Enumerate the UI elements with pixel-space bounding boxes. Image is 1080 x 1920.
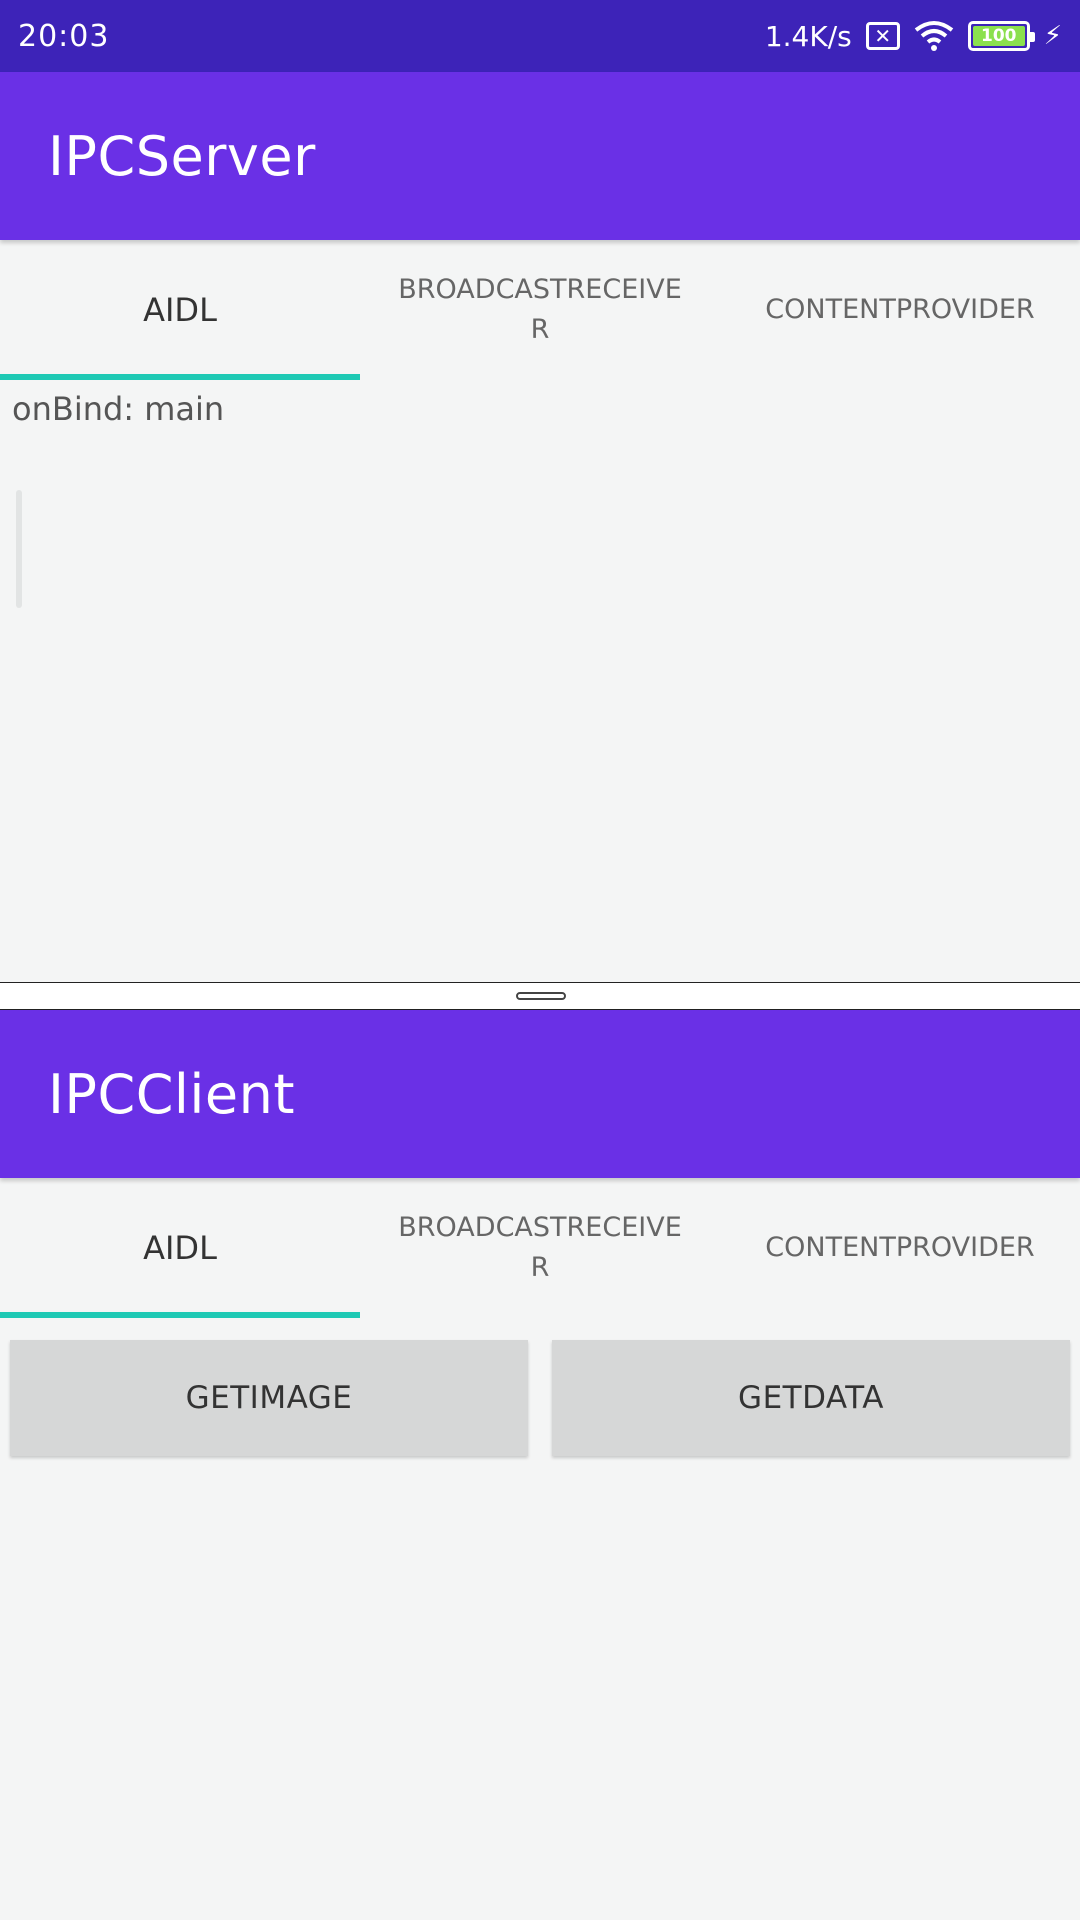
tab-label: BROADCASTRECEIVER	[398, 274, 682, 345]
server-log-text: onBind: main	[12, 390, 225, 428]
scrollbar[interactable]	[16, 490, 22, 608]
battery-icon: 100	[967, 21, 1035, 51]
tab-label: AIDL	[143, 1229, 217, 1267]
client-tab-aidl[interactable]: AIDL	[0, 1178, 360, 1318]
battery-level: 100	[980, 26, 1017, 46]
server-app-bar: IPCServer	[0, 72, 1080, 240]
tab-label: AIDL	[143, 291, 217, 329]
get-data-button[interactable]: GETDATA	[552, 1340, 1070, 1456]
client-title: IPCClient	[48, 1062, 296, 1126]
client-tab-bar: AIDL BROADCASTRECEIVER CONTENTPROVIDER	[0, 1178, 1080, 1318]
tab-indicator	[0, 1312, 360, 1318]
server-tab-bar: AIDL BROADCASTRECEIVER CONTENTPROVIDER	[0, 240, 1080, 380]
client-button-row: GETIMAGE GETDATA	[0, 1340, 1080, 1456]
server-tab-aidl[interactable]: AIDL	[0, 240, 360, 380]
client-tab-contentprovider[interactable]: CONTENTPROVIDER	[720, 1178, 1080, 1318]
bolt-icon: ⚡	[1043, 21, 1062, 51]
server-tab-broadcastreceiver[interactable]: BROADCASTRECEIVER	[360, 240, 720, 380]
status-time: 20:03	[18, 18, 110, 54]
get-image-button[interactable]: GETIMAGE	[10, 1340, 528, 1456]
tab-indicator	[0, 374, 360, 380]
server-title: IPCServer	[48, 124, 316, 188]
sim-no-service-icon: ✕	[865, 22, 900, 50]
status-icons: 1.4K/s ✕ 100 ⚡	[765, 20, 1062, 53]
wifi-icon	[914, 21, 953, 51]
status-bar: 20:03 1.4K/s ✕ 100 ⚡	[0, 0, 1080, 72]
network-speed: 1.4K/s	[764, 19, 852, 53]
tab-label: BROADCASTRECEIVER	[398, 1212, 682, 1283]
server-tab-contentprovider[interactable]: CONTENTPROVIDER	[720, 240, 1080, 380]
split-handle-icon[interactable]	[516, 992, 566, 1000]
tab-label: CONTENTPROVIDER	[765, 294, 1035, 325]
client-app-bar: IPCClient	[0, 1010, 1080, 1178]
client-tab-broadcastreceiver[interactable]: BROADCASTRECEIVER	[360, 1178, 720, 1318]
split-screen-divider[interactable]	[0, 982, 1080, 1010]
tab-label: CONTENTPROVIDER	[765, 1232, 1035, 1263]
